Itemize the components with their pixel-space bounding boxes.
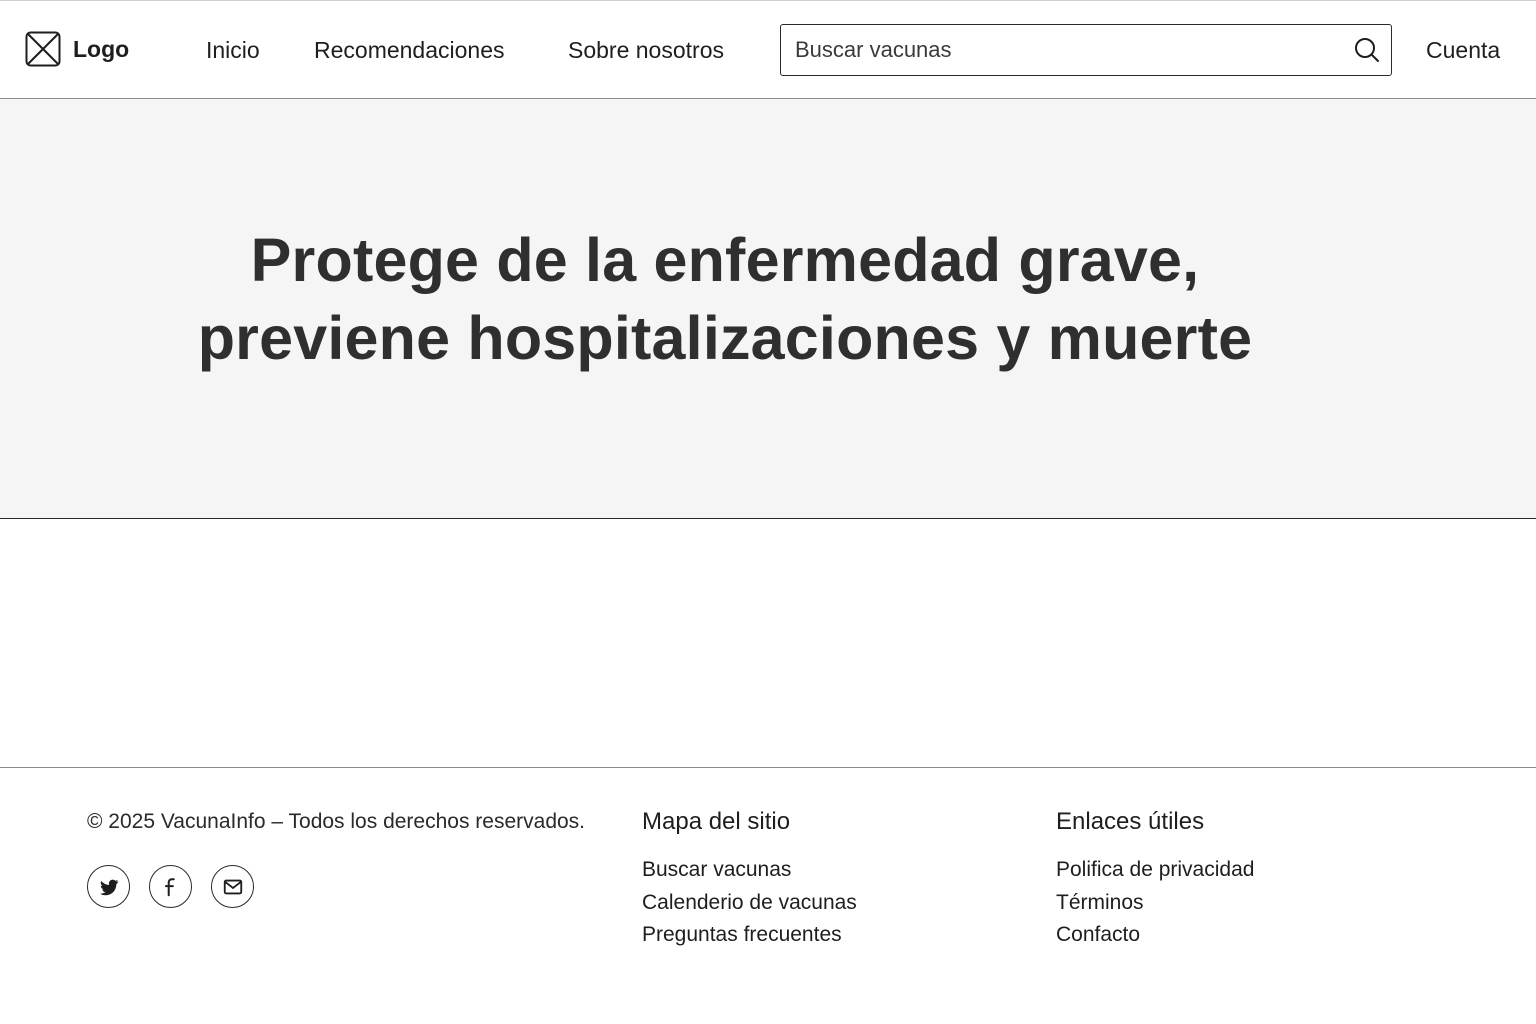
nav-link-inicio[interactable]: Inicio	[206, 37, 260, 64]
useful-links-title: Enlaces útiles	[1056, 808, 1205, 835]
mail-icon	[223, 879, 242, 894]
search-box	[780, 24, 1392, 76]
useful-link[interactable]: Términos	[1056, 887, 1254, 920]
social-links	[87, 865, 254, 908]
sitemap-column: Mapa del sitio Buscar vacunas Calenderio…	[642, 808, 857, 952]
twitter-button[interactable]	[87, 865, 130, 908]
twitter-icon	[99, 879, 118, 895]
site-footer: © 2025 VacunaInfo – Todos los derechos r…	[0, 767, 1536, 1024]
facebook-icon	[164, 877, 175, 896]
hero-title: Protege de la enfermedad grave, previene…	[0, 221, 1450, 377]
sitemap-link[interactable]: Calenderio de vacunas	[642, 887, 857, 920]
nav-link-recomendaciones[interactable]: Recomendaciones	[314, 37, 505, 64]
logo-placeholder-icon	[25, 31, 61, 67]
logo-text: Logo	[73, 35, 130, 62]
useful-links-column: Enlaces útiles Polifica de privacidad Té…	[1056, 808, 1254, 952]
search-input[interactable]	[795, 25, 1335, 74]
logo[interactable]: Logo	[25, 31, 129, 67]
mail-button[interactable]	[211, 865, 254, 908]
hero-banner: Protege de la enfermedad grave, previene…	[0, 99, 1536, 519]
site-header: Logo Inicio Recomendaciones Sobre nosotr…	[0, 0, 1536, 99]
useful-link[interactable]: Polifica de privacidad	[1056, 854, 1254, 887]
sitemap-link[interactable]: Preguntas frecuentes	[642, 919, 857, 952]
hero-title-line-1: Protege de la enfermedad grave,	[250, 226, 1200, 294]
sitemap-title: Mapa del sitio	[642, 808, 791, 835]
facebook-button[interactable]	[149, 865, 192, 908]
sitemap-link[interactable]: Buscar vacunas	[642, 854, 857, 887]
nav-link-sobre-nosotros[interactable]: Sobre nosotros	[568, 37, 724, 64]
search-icon[interactable]	[1353, 36, 1381, 64]
account-link[interactable]: Cuenta	[1426, 37, 1500, 64]
copyright-text: © 2025 VacunaInfo – Todos los derechos r…	[87, 810, 586, 833]
hero-title-line-2: previene hospitalizaciones y muerte	[197, 304, 1253, 372]
useful-link[interactable]: Confacto	[1056, 919, 1254, 952]
